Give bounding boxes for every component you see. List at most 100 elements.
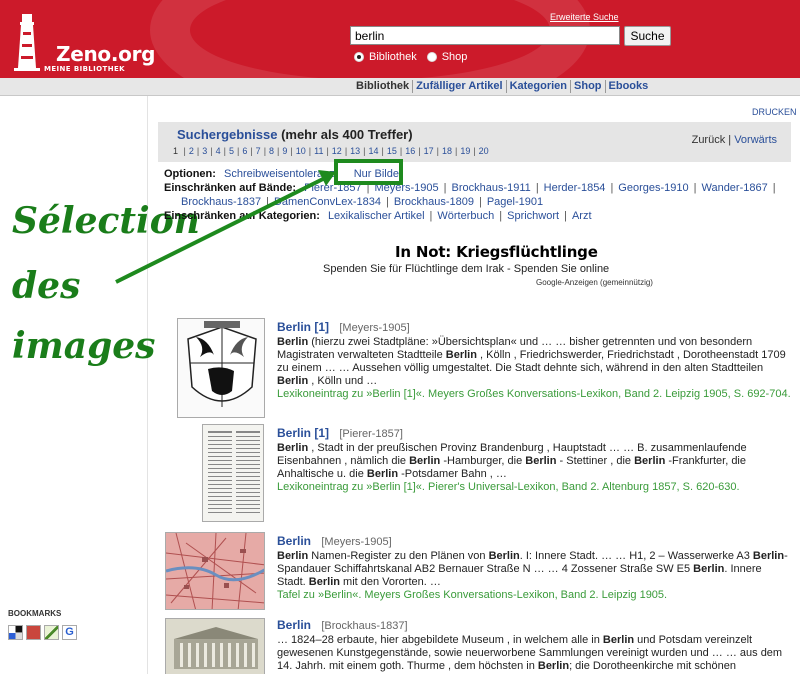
filter-link[interactable]: DamenConvLex-1834 (274, 196, 381, 208)
page-link-11[interactable]: 11 (314, 146, 323, 156)
page-link-13[interactable]: 13 (350, 146, 360, 156)
filter-link[interactable]: Pagel-1901 (487, 196, 543, 208)
nav-item-ebooks[interactable]: Ebooks (604, 80, 652, 93)
delicious-icon[interactable] (8, 625, 23, 640)
filter-link[interactable]: Lexikalischer Artikel (328, 210, 425, 222)
site-logo[interactable]: Zeno.org MEINE BIBLIOTHEK (8, 12, 155, 73)
highlighted-term: Berlin (693, 563, 725, 575)
filter-link[interactable]: Wander-1867 (701, 182, 767, 194)
result-title[interactable]: Berlin (277, 426, 311, 440)
page-separator: | (454, 146, 458, 156)
page-link-16[interactable]: 16 (405, 146, 415, 156)
ad-title[interactable]: In Not: Kriegsflüchtlinge (395, 243, 598, 261)
results-title-label[interactable]: Suchergebnisse (177, 127, 277, 142)
result-title[interactable]: Berlin (277, 320, 311, 334)
result-number[interactable]: [1] (314, 320, 329, 334)
page-link-4[interactable]: 4 (216, 146, 221, 156)
page-link-20[interactable]: 20 (479, 146, 489, 156)
page-separator: | (399, 146, 403, 156)
filter-link[interactable]: Brockhaus-1911 (452, 182, 531, 194)
result-thumbnail-text-page[interactable] (202, 424, 264, 522)
result-reference[interactable]: Lexikoneintrag zu »Berlin [1]«. Pierer's… (277, 481, 792, 494)
filter-separator: | (499, 210, 503, 222)
page-link-15[interactable]: 15 (387, 146, 397, 156)
radio-shop-label[interactable]: Shop (442, 51, 468, 63)
page-link-7[interactable]: 7 (256, 146, 261, 156)
option-images-only[interactable]: Nur Bilder (354, 168, 403, 180)
results-count: (mehr als 400 Treffer) (281, 127, 413, 142)
forward-link[interactable]: Vorwärts (734, 134, 777, 146)
highlighted-term: Berlin (537, 660, 570, 672)
nav-item-bibliothek[interactable]: Bibliothek (353, 80, 412, 93)
history-nav: Zurück | Vorwärts (692, 134, 777, 146)
result-thumbnail-coat-of-arms[interactable] (177, 318, 265, 418)
snippet-text: - Stettiner , die (556, 455, 635, 467)
snippet-text: -Hamburger, die (440, 455, 526, 467)
page-separator: | (263, 146, 267, 156)
filter-separator: | (366, 182, 370, 194)
filter-separator: | (693, 182, 697, 194)
result-reference[interactable]: Lexikoneintrag zu »Berlin [1]«. Meyers G… (277, 388, 792, 401)
brand-name: Zeno.org (56, 42, 156, 66)
filter-link[interactable]: Herder-1854 (544, 182, 606, 194)
advanced-search-link[interactable]: Erweiterte Suche (550, 12, 619, 22)
highlighted-term: Berlin (602, 634, 635, 646)
ad-note[interactable]: Google-Anzeigen (gemeinnützig) (536, 278, 653, 287)
filter-link[interactable]: Wörterbuch (437, 210, 494, 222)
result-heading: Berlin [1] [Pierer-1857] (277, 426, 792, 442)
filter-link[interactable]: Sprichwort (507, 210, 559, 222)
page-link-2[interactable]: 2 (189, 146, 194, 156)
page-link-9[interactable]: 9 (282, 146, 287, 156)
filter-link[interactable]: Meyers-1905 (374, 182, 438, 194)
filter-separator: | (478, 196, 482, 208)
page-link-10[interactable]: 10 (296, 146, 306, 156)
google-icon[interactable]: G (62, 625, 77, 640)
nav-item-shop[interactable]: Shop (570, 80, 605, 93)
bookmark-icons: G (8, 625, 77, 640)
filter-link[interactable]: Pierer-1857 (304, 182, 361, 194)
volumes-row: Einschränken auf Bände: Pierer-1857 | Meye… (164, 181, 781, 195)
radio-shop[interactable] (426, 52, 437, 62)
page-link-14[interactable]: 14 (369, 146, 379, 156)
page-separator: | (363, 146, 366, 156)
search-button[interactable]: Suche (624, 26, 671, 46)
snippet-text: -Potsdamer Bahn , … (398, 468, 507, 480)
radio-library[interactable] (354, 52, 364, 62)
filter-separator: | (266, 196, 269, 208)
result-thumbnail-city-map[interactable] (165, 532, 265, 610)
page-link-3[interactable]: 3 (202, 146, 207, 156)
nav-item-random-article[interactable]: Zufälliger Artikel (412, 80, 505, 93)
highlighted-term: Berlin (277, 375, 309, 387)
bookmark-flag-icon[interactable] (44, 625, 59, 640)
highlighted-term: Berlin (409, 455, 441, 467)
result-reference[interactable]: Tafel zu »Berlin«. Meyers Großes Konvers… (277, 589, 792, 602)
options-label: Optionen: (164, 168, 216, 180)
print-link[interactable]: DRUCKEN (752, 107, 797, 117)
option-spelling-tolerance[interactable]: Schreibweisentoleranz (224, 168, 335, 180)
filter-link[interactable]: Brockhaus-1837 (181, 196, 261, 208)
page-link-5[interactable]: 5 (229, 146, 234, 156)
categories-row: Einschränken auf Kategorien: Lexikalisch… (164, 209, 592, 223)
back-link[interactable]: Zurück (692, 134, 726, 146)
nav-item-categories[interactable]: Kategorien (505, 80, 570, 93)
result-title[interactable]: Berlin (277, 618, 311, 632)
city-map-icon (166, 533, 264, 609)
filter-link[interactable]: Arzt (572, 210, 592, 222)
search-input[interactable] (350, 26, 620, 45)
filter-link[interactable]: Brockhaus-1809 (394, 196, 474, 208)
filter-separator: | (535, 182, 539, 194)
page-link-19[interactable]: 19 (460, 146, 470, 156)
ad-subtitle[interactable]: Spenden Sie für Flüchtlinge dem Irak - S… (323, 263, 609, 275)
result-thumbnail-museum[interactable] (165, 618, 265, 674)
result-number[interactable]: [1] (314, 426, 329, 440)
page-link-6[interactable]: 6 (242, 146, 247, 156)
page-link-8[interactable]: 8 (269, 146, 274, 156)
page-link-12[interactable]: 12 (332, 146, 342, 156)
page-separator: | (326, 146, 329, 156)
mister-wong-icon[interactable] (26, 625, 41, 640)
page-link-17[interactable]: 17 (424, 146, 434, 156)
filter-link[interactable]: Georges-1910 (618, 182, 688, 194)
result-title[interactable]: Berlin (277, 534, 311, 548)
radio-library-label[interactable]: Bibliothek (369, 51, 417, 63)
page-link-18[interactable]: 18 (442, 146, 452, 156)
